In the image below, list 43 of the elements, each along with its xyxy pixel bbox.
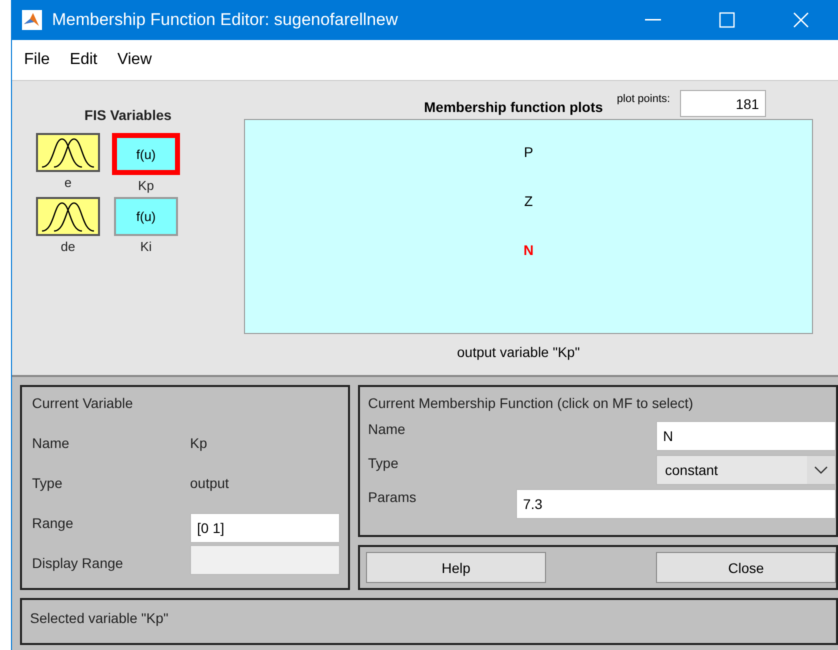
variable-label: de	[60, 239, 76, 254]
menu-item[interactable]: File	[22, 51, 52, 69]
field-label: Params	[368, 489, 418, 505]
variable-name: Kp	[190, 435, 208, 451]
plot-points-label: plot points:	[616, 93, 670, 105]
mf-label[interactable]: P	[524, 144, 534, 160]
variable-label: Kp	[138, 178, 154, 193]
window-title: Membership Function Editor: sugenofarellnew	[52, 10, 399, 30]
menu-item[interactable]: Edit	[68, 51, 100, 69]
menu-item[interactable]: View	[115, 51, 154, 69]
app-logo-icon	[22, 10, 42, 30]
plot-caption: output variable "Kp"	[457, 344, 580, 360]
plot-points-field[interactable]: 181	[680, 90, 766, 117]
status-text: Selected variable "Kp"	[30, 610, 168, 626]
bell-curves-icon	[40, 136, 96, 168]
input-variable-block[interactable]	[36, 197, 100, 236]
mf-name-field[interactable]: N	[656, 421, 836, 451]
field-label: Display Range	[32, 555, 124, 571]
chevron-down-icon	[807, 456, 835, 484]
field-label: Name	[32, 435, 70, 451]
output-variable-block[interactable]: f(u)	[114, 197, 178, 236]
panel-title: Current Membership Function (click on MF to select)	[368, 395, 694, 411]
field-label: Range	[32, 515, 74, 531]
output-variable-block[interactable]: f(u)	[112, 133, 180, 175]
section-title: FIS Variables	[84, 107, 172, 123]
panel-title: Current Variable	[32, 395, 134, 411]
dialog-button[interactable]: Help	[366, 552, 546, 583]
params-field[interactable]: 7.3	[516, 489, 836, 519]
field-label: Type	[32, 475, 64, 491]
range-field[interactable]: [0 1]	[190, 513, 340, 543]
mf-label[interactable]: N	[523, 242, 534, 258]
variable-label: Ki	[140, 239, 152, 254]
mf-label[interactable]: Z	[524, 193, 533, 209]
dialog-button[interactable]: Close	[656, 552, 836, 583]
variable-label: e	[64, 175, 72, 190]
input-variable-block[interactable]	[36, 133, 100, 172]
field-label: Type	[368, 455, 400, 471]
bell-curves-icon	[40, 200, 96, 232]
display-range-field[interactable]	[190, 545, 340, 575]
field-label: Name	[368, 421, 406, 437]
mf-type-dropdown[interactable]: constant	[656, 455, 836, 485]
plot-title: Membership function plots	[424, 99, 603, 115]
variable-type: output	[190, 475, 230, 491]
